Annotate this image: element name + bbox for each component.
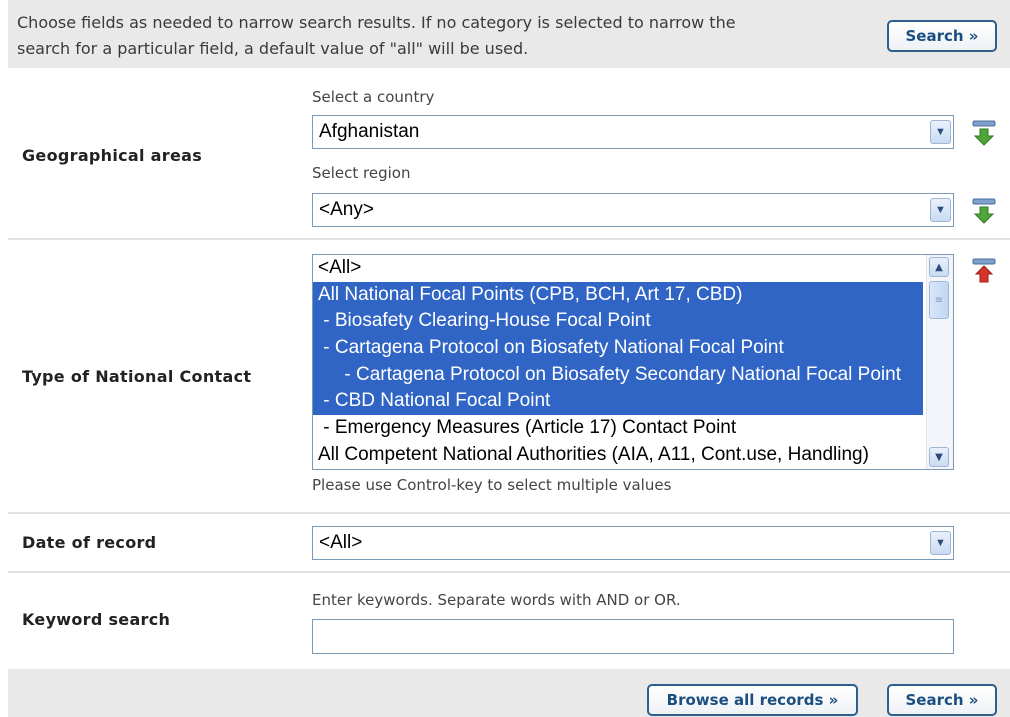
bottom-bar [8, 669, 1010, 717]
divider [8, 238, 1010, 240]
chevron-down-icon[interactable]: ▼ [930, 531, 951, 555]
region-hint: Select region [312, 164, 411, 182]
red-up-arrow-icon[interactable] [972, 258, 996, 284]
listbox-scrollbar[interactable]: ▲ ≡ ▼ [926, 255, 953, 469]
green-down-arrow-icon[interactable] [972, 198, 996, 224]
listbox-option[interactable]: All Competent National Authorities (AIA,… [313, 442, 923, 469]
scroll-thumb[interactable]: ≡ [929, 281, 949, 319]
green-down-arrow-icon[interactable] [972, 120, 996, 146]
multi-select-hint: Please use Control-key to select multipl… [312, 476, 672, 494]
search-button-bottom[interactable]: Search » [887, 684, 997, 716]
listbox-option[interactable]: - CBD National Focal Point [313, 388, 923, 416]
divider [8, 571, 1010, 573]
geographical-areas-label: Geographical areas [22, 146, 203, 165]
listbox-option[interactable]: All National Focal Points (CPB, BCH, Art… [313, 281, 923, 309]
listbox-option[interactable]: - Cartagena Protocol on Biosafety Second… [313, 361, 923, 389]
listbox-option[interactable]: - Emergency Measures (Article 17) Contac… [313, 415, 923, 442]
search-button-top[interactable]: Search » [887, 20, 997, 52]
country-hint: Select a country [312, 88, 435, 106]
country-select-value: Afghanistan [319, 121, 420, 142]
date-select-value: <All> [319, 532, 363, 553]
intro-line-2: search for a particular field, a default… [17, 39, 529, 58]
date-select[interactable]: <All> ▼ [312, 526, 954, 560]
keyword-hint: Enter keywords. Separate words with AND … [312, 591, 681, 609]
browse-all-records-button[interactable]: Browse all records » [647, 684, 858, 716]
search-form: Choose fields as needed to narrow search… [0, 0, 1010, 717]
listbox-option[interactable]: - Cartagena Protocol on Biosafety Nation… [313, 335, 923, 362]
national-contact-listbox[interactable]: <All> All National Focal Points (CPB, BCH… [312, 254, 954, 470]
keyword-search-label: Keyword search [22, 610, 171, 629]
intro-line-1: Choose fields as needed to narrow search… [17, 13, 736, 32]
divider [8, 512, 1010, 514]
chevron-down-icon[interactable]: ▼ [930, 120, 951, 144]
date-of-record-label: Date of record [22, 533, 157, 552]
listbox-options: <All> All National Focal Points (CPB, BCH… [313, 255, 953, 469]
keyword-input[interactable] [312, 619, 954, 654]
chevron-down-icon[interactable]: ▼ [930, 198, 951, 222]
country-select[interactable]: Afghanistan ▼ [312, 115, 954, 149]
listbox-option[interactable]: - Biosafety Clearing-House Focal Point [313, 308, 923, 336]
listbox-option[interactable]: <All> [313, 255, 923, 282]
scroll-down-icon[interactable]: ▼ [929, 447, 949, 467]
region-select-value: <Any> [319, 199, 374, 220]
intro-text: Choose fields as needed to narrow search… [17, 10, 857, 62]
intro-bar: Choose fields as needed to narrow search… [8, 0, 1010, 68]
national-contact-label: Type of National Contact [22, 367, 252, 386]
scroll-up-icon[interactable]: ▲ [929, 257, 949, 277]
region-select[interactable]: <Any> ▼ [312, 193, 954, 227]
